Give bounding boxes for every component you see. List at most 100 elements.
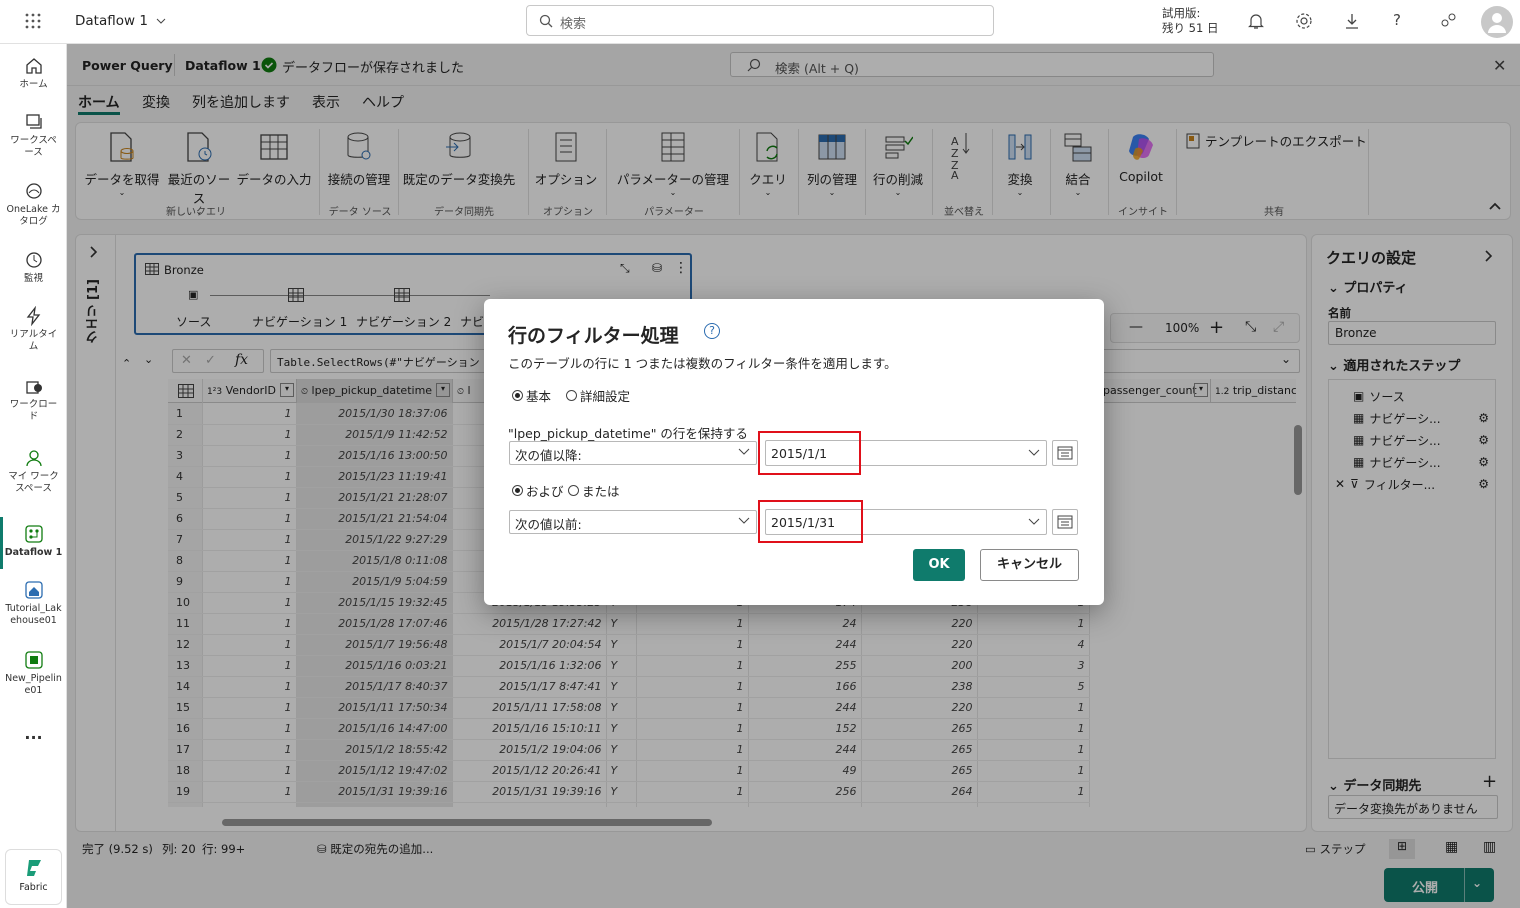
table-cell[interactable]: 1 xyxy=(202,760,297,782)
horizontal-scrollbar[interactable] xyxy=(222,819,712,826)
zoom-out-icon[interactable]: — xyxy=(1129,319,1143,335)
row-number[interactable]: 8 xyxy=(168,550,203,572)
table-cell[interactable]: 1 xyxy=(977,739,1090,761)
rail-item-workload[interactable]: ワークロード xyxy=(0,376,67,423)
table-cell[interactable]: 265 xyxy=(861,718,978,740)
table-cell[interactable]: 200 xyxy=(861,655,978,677)
column-header-vendorid[interactable]: 1²3 VendorID ▾ xyxy=(202,379,296,403)
operator-select-1[interactable]: 次の値以降: xyxy=(509,441,757,465)
trial-status[interactable]: 試用版: 残り 51 日 xyxy=(1162,6,1218,36)
combine-button[interactable]: 結合 ⌄ xyxy=(1052,131,1104,197)
manage-columns-button[interactable]: 列の管理 ⌄ xyxy=(802,131,862,197)
table-cell[interactable]: 2015/1/11 17:58:08 xyxy=(452,697,607,719)
table-cell[interactable]: 1 xyxy=(202,550,297,572)
table-cell[interactable]: 1 xyxy=(202,571,297,593)
table-cell[interactable]: 256 xyxy=(748,781,862,803)
table-cell[interactable]: 2015/1/17 8:40:37 xyxy=(296,676,453,698)
column-header-pickup[interactable]: ⏲ lpep_pickup_datetime ▾ xyxy=(296,379,452,403)
table-cell[interactable]: 2015/1/11 17:50:34 xyxy=(296,697,453,719)
table-cell[interactable]: 1 xyxy=(636,802,749,807)
chevron-right-icon[interactable] xyxy=(89,245,99,259)
publish-button[interactable]: 公開 ⌄ xyxy=(1384,868,1494,902)
database-sync-icon[interactable]: ⛁ xyxy=(652,261,662,275)
table-cell[interactable]: 4 xyxy=(977,634,1090,656)
download-icon[interactable] xyxy=(1343,12,1361,30)
table-cell[interactable]: 1 xyxy=(636,718,749,740)
table-cell[interactable]: 145 xyxy=(861,802,978,807)
row-number[interactable]: 6 xyxy=(168,508,203,530)
gear-icon[interactable] xyxy=(1295,12,1313,30)
commit-formula-icon[interactable]: ✓ xyxy=(205,353,216,368)
table-cell[interactable]: 2015/1/8 0:11:08 xyxy=(296,550,453,572)
table-cell[interactable]: Y xyxy=(606,718,637,740)
row-number[interactable]: 5 xyxy=(168,487,203,509)
query-button[interactable]: クエリ ⌄ xyxy=(742,131,794,197)
table-cell[interactable]: 1 xyxy=(202,697,297,719)
row-number[interactable]: 1 xyxy=(168,403,203,425)
row-number[interactable]: 12 xyxy=(168,634,203,656)
table-cell[interactable]: 1 xyxy=(977,781,1090,803)
row-number[interactable]: 18 xyxy=(168,760,203,782)
table-cell[interactable]: 1 xyxy=(977,760,1090,782)
more-options-icon[interactable]: ⋮ xyxy=(674,260,688,276)
schema-view-icon[interactable]: ▥ xyxy=(1483,839,1496,855)
manage-parameters-button[interactable]: パラメーターの管理 ⌄ xyxy=(610,131,736,197)
table-cell[interactable]: 1 xyxy=(202,718,297,740)
table-cell[interactable]: 2015/1/28 17:07:46 xyxy=(296,613,453,635)
table-cell[interactable]: 2015/1/2 18:55:42 xyxy=(296,739,453,761)
table-cell[interactable]: 1 xyxy=(636,781,749,803)
waffle-icon[interactable] xyxy=(24,12,42,30)
basic-radio[interactable]: 基本 xyxy=(512,386,551,405)
fx-icon[interactable]: fx xyxy=(235,352,248,368)
table-cell[interactable]: Y xyxy=(606,676,637,698)
row-number[interactable]: 17 xyxy=(168,739,203,761)
cancel-formula-icon[interactable]: ✕ xyxy=(181,353,192,368)
table-cell[interactable]: Y xyxy=(606,781,637,803)
gear-icon[interactable]: ⚙ xyxy=(1478,433,1489,447)
gear-icon[interactable]: ⚙ xyxy=(1478,477,1489,491)
row-number[interactable]: 3 xyxy=(168,445,203,467)
workspace-title-button[interactable]: Dataflow 1 xyxy=(75,13,166,29)
column-filter-icon[interactable]: ▾ xyxy=(436,383,450,397)
calendar-icon[interactable] xyxy=(1052,509,1078,535)
table-cell[interactable]: 2015/1/22 9:27:29 xyxy=(296,529,453,551)
table-cell[interactable]: 2015/1/17 8:47:41 xyxy=(452,676,607,698)
diagram-view-icon[interactable]: ⊞ xyxy=(1389,839,1415,859)
export-template-button[interactable]: テンプレートのエクスポート xyxy=(1186,131,1367,150)
applied-steps-section[interactable]: ⌄ 適用されたステップ xyxy=(1328,355,1460,374)
global-search-box[interactable]: 検索 xyxy=(526,5,994,36)
column-header-passenger-count[interactable]: passenger_count ▾ xyxy=(1098,379,1210,403)
enter-data-button[interactable]: データの入力 xyxy=(236,131,312,188)
table-cell[interactable]: 152 xyxy=(748,718,862,740)
table-cell[interactable]: 2015/1/31 19:39:16 xyxy=(296,781,453,803)
table-cell[interactable]: 220 xyxy=(861,613,978,635)
help-icon[interactable]: ? xyxy=(1393,11,1401,29)
row-number[interactable]: 16 xyxy=(168,718,203,740)
row-number[interactable]: 9 xyxy=(168,571,203,593)
delete-step-icon[interactable]: ✕ xyxy=(1335,477,1345,491)
table-cell[interactable]: 1 xyxy=(202,508,297,530)
properties-section[interactable]: ⌄ プロパティ xyxy=(1328,277,1408,296)
table-view-icon[interactable]: ▦ xyxy=(1445,839,1458,855)
data-destination-section[interactable]: ⌄ データ同期先 xyxy=(1328,775,1421,794)
rail-item-my-workspace[interactable]: マイ ワークスペース xyxy=(0,448,67,495)
operator-select-2[interactable]: 次の値以前: xyxy=(509,510,757,534)
chevron-up-icon[interactable]: ⌃ xyxy=(122,357,131,370)
table-cell[interactable]: 166 xyxy=(748,676,862,698)
table-cell[interactable]: 145 xyxy=(748,802,862,807)
no-destination-value[interactable]: データ変換先がありません xyxy=(1328,795,1498,819)
table-cell[interactable]: 1 xyxy=(636,634,749,656)
table-cell[interactable]: 2015/1/15 13:30:20 xyxy=(452,802,607,807)
ok-button[interactable]: OK xyxy=(913,549,965,581)
table-cell[interactable]: 2015/1/2 19:04:06 xyxy=(452,739,607,761)
table-cell[interactable]: 1 xyxy=(636,676,749,698)
table-cell[interactable]: 2015/1/16 0:03:21 xyxy=(296,655,453,677)
queries-pane-collapsed[interactable]: クエリ [1] xyxy=(76,235,116,831)
table-cell[interactable]: 1 xyxy=(202,445,297,467)
row-number[interactable]: 4 xyxy=(168,466,203,488)
row-number[interactable]: 14 xyxy=(168,676,203,698)
copilot-button[interactable]: Copilot xyxy=(1112,131,1170,184)
tab-add-column[interactable]: 列を追加します xyxy=(192,92,290,112)
query-name-input[interactable]: Bronze xyxy=(1328,321,1496,345)
tab-transform[interactable]: 変換 xyxy=(142,92,170,112)
